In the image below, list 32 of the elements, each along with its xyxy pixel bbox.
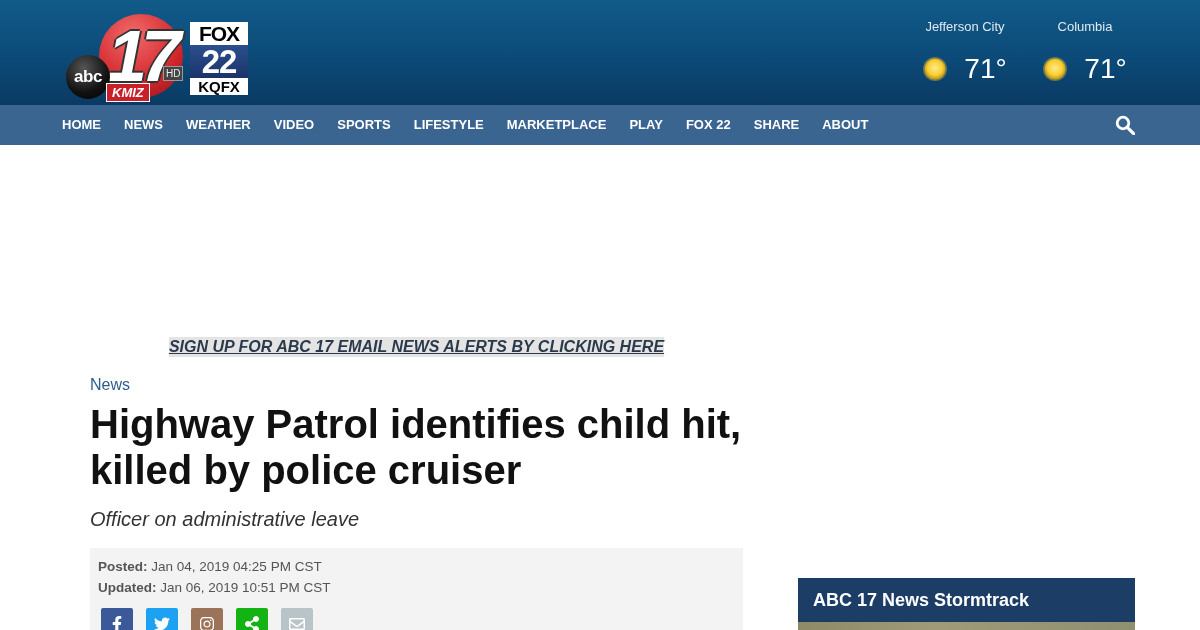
section-link[interactable]: News <box>90 375 130 395</box>
email-alerts-link[interactable]: SIGN UP FOR ABC 17 EMAIL NEWS ALERTS BY CLICKING HERE <box>168 337 665 357</box>
nav-link[interactable]: SHARE <box>753 117 800 133</box>
sun-icon <box>923 57 948 81</box>
date-line: Updated: Jan 06, 2019 10:51 PM CST <box>98 579 331 597</box>
bird-icon <box>154 616 170 630</box>
nav-link[interactable]: LIFESTYLE <box>413 117 484 133</box>
article-headline: Highway Patrol identifies child hit, killed by police cruiser <box>90 401 743 493</box>
widget-title: ABC 17 News Stormtrack <box>798 578 1135 622</box>
share-icon <box>244 616 260 630</box>
sun-icon <box>1043 57 1068 81</box>
date-line: Posted: Jan 04, 2019 04:25 PM CST <box>98 558 322 576</box>
temperature: 71° <box>1084 53 1127 85</box>
city-name: Columbia <box>1057 19 1113 35</box>
temperature: 71° <box>964 53 1007 85</box>
camera-icon <box>199 616 215 630</box>
nav-link[interactable]: NEWS <box>124 117 163 133</box>
nav-link[interactable]: VIDEO <box>273 117 315 133</box>
nav-link[interactable]: WEATHER <box>186 117 251 133</box>
nav-link[interactable]: HOME <box>62 117 101 133</box>
nav-link[interactable]: ABOUT <box>822 117 869 133</box>
city-name: Jefferson City <box>925 19 1005 35</box>
article-subheadline: Officer on administrative leave <box>90 507 360 531</box>
search-icon[interactable] <box>1115 115 1135 135</box>
nav-link[interactable]: FOX 22 <box>685 117 731 133</box>
nav-link[interactable]: PLAY <box>629 117 663 133</box>
nav-link[interactable]: MARKETPLACE <box>506 117 607 133</box>
network-logo: FOX <box>190 22 248 45</box>
envelope-icon <box>289 616 305 630</box>
call-sign: KQFX <box>190 78 248 95</box>
nav-link[interactable]: SPORTS <box>337 117 391 133</box>
channel-number: 22 <box>190 45 248 78</box>
